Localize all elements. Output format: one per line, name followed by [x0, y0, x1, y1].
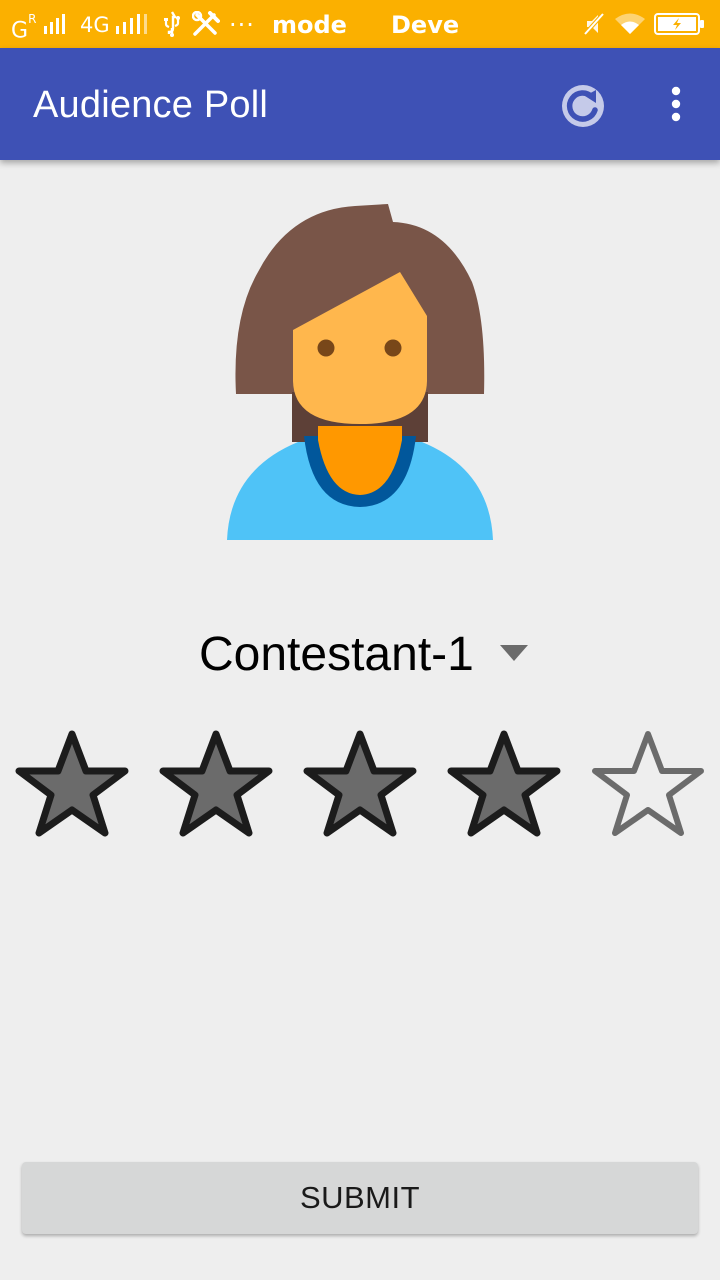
- usb-icon: [162, 11, 182, 37]
- star-filled-icon[interactable]: [157, 726, 275, 842]
- signal-icon: [116, 14, 150, 36]
- star-empty-icon[interactable]: [589, 726, 707, 842]
- main-content: Contestant-1 SUBMIT: [0, 160, 720, 1280]
- spinner-selected-value: Contestant-1: [199, 628, 474, 681]
- submit-button[interactable]: SUBMIT: [22, 1162, 698, 1234]
- wifi-icon: [614, 12, 646, 36]
- woman-avatar-icon: [220, 202, 500, 542]
- tools-icon: [192, 11, 220, 37]
- star-filled-icon[interactable]: [301, 726, 419, 842]
- status-text-deve: Deve: [391, 11, 460, 39]
- carrier-text: G: [11, 18, 29, 44]
- signal-icon: [44, 14, 70, 36]
- star-filled-icon[interactable]: [445, 726, 563, 842]
- app-bar: Audience Poll: [0, 48, 720, 160]
- status-text-mode: mode: [272, 11, 347, 39]
- status-bar: GR 4G ··· mode Deve: [0, 0, 720, 48]
- battery-charging-icon: [654, 13, 706, 35]
- carrier-sup: R: [28, 12, 37, 26]
- more-notifications-icon: ···: [229, 11, 255, 39]
- dropdown-arrow-icon: [498, 644, 530, 667]
- contestant-spinner[interactable]: Contestant-1: [190, 620, 540, 690]
- rating-bar[interactable]: [0, 726, 720, 842]
- carrier-label: GR: [11, 0, 36, 48]
- refresh-icon: [558, 85, 610, 135]
- overflow-menu-button[interactable]: [660, 84, 692, 124]
- mute-icon: [583, 12, 607, 36]
- app-title: Audience Poll: [33, 84, 268, 126]
- network-type: 4G: [80, 13, 110, 37]
- overflow-menu-icon: [660, 86, 692, 128]
- refresh-button[interactable]: [558, 79, 610, 131]
- star-filled-icon[interactable]: [13, 726, 131, 842]
